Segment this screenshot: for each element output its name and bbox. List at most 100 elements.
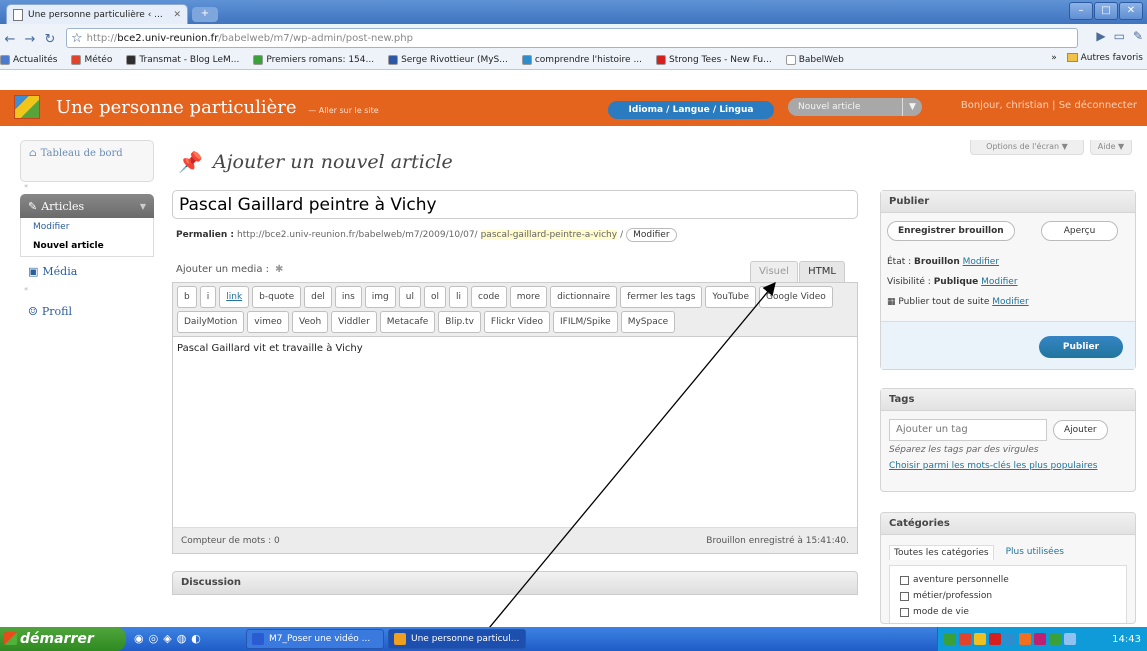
quicktag-button[interactable]: Veoh <box>291 311 329 333</box>
category-item[interactable]: mode de vie <box>900 604 1116 620</box>
submenu-item-edit[interactable]: Modifier <box>21 218 153 237</box>
sidebar-item-profile[interactable]: ☺ Profil <box>20 297 154 325</box>
quicktag-button[interactable]: YouTube <box>705 286 756 308</box>
sidebar-item-media[interactable]: ▣ Média <box>20 257 154 285</box>
category-item[interactable]: métier/profession <box>900 588 1116 604</box>
maximize-icon[interactable]: □ <box>1094 2 1118 20</box>
permalink-edit-button[interactable]: Modifier <box>626 228 677 242</box>
quicktag-button[interactable]: b <box>177 286 197 308</box>
tray-icon[interactable] <box>1004 633 1016 645</box>
quicktag-button[interactable]: Metacafe <box>379 311 436 333</box>
bookmark-item[interactable]: BabelWeb <box>785 55 844 65</box>
browser-tab[interactable]: Une personne particulière ‹ ... ✕ <box>6 4 188 24</box>
tab-popular-categories[interactable]: Plus utilisées <box>1006 545 1064 560</box>
categories-box-title[interactable]: Catégories <box>881 513 1135 535</box>
quicktag-button[interactable]: li <box>449 286 469 308</box>
screen-options-tab[interactable]: Options de l'écran ▼ <box>970 140 1084 155</box>
post-content-textarea[interactable]: Pascal Gaillard vit et travaille à Vichy <box>173 337 857 515</box>
popular-tags-link[interactable]: Choisir parmi les mots-clés les plus pop… <box>889 461 1109 472</box>
collapse-arrow-icon[interactable]: ▼ <box>140 202 146 211</box>
tab-html[interactable]: HTML <box>799 261 845 283</box>
quicktag-button[interactable]: IFILM/Spike <box>553 311 618 333</box>
minimize-icon[interactable]: – <box>1069 2 1093 20</box>
category-checkbox[interactable] <box>900 591 909 601</box>
quicklaunch-icon[interactable]: ◍ <box>177 632 187 645</box>
publish-time-edit-link[interactable]: Modifier <box>992 297 1028 307</box>
other-bookmarks-folder[interactable]: Autres favoris <box>1066 53 1143 63</box>
dropdown-arrow-icon[interactable]: ▼ <box>902 98 922 116</box>
bookmark-item[interactable]: Actualités <box>0 55 57 65</box>
tray-icon[interactable] <box>974 633 986 645</box>
quicktag-button[interactable]: img <box>364 286 396 308</box>
tab-all-categories[interactable]: Toutes les catégories <box>889 545 994 560</box>
quicklaunch-icon[interactable]: ◎ <box>149 632 159 645</box>
tray-icon[interactable] <box>959 633 971 645</box>
quicktag-button[interactable]: code <box>471 286 507 308</box>
quicktag-button[interactable]: Flickr Video <box>483 311 551 333</box>
tag-input[interactable]: Ajouter un tag <box>889 419 1047 441</box>
sidebar-item-articles[interactable]: ✎ Articles ▼ <box>20 194 154 218</box>
quicktag-button[interactable]: b-quote <box>252 286 302 308</box>
quicktag-button[interactable]: i <box>199 286 217 308</box>
new-article-button[interactable]: Nouvel article ▼ <box>788 98 922 116</box>
taskbar-item[interactable]: Une personne particul... <box>388 629 526 649</box>
quicktag-button[interactable]: ins <box>334 286 362 308</box>
quicktag-button[interactable]: link <box>219 286 250 308</box>
quicklaunch-icon[interactable]: ◐ <box>191 632 201 645</box>
tray-icon[interactable] <box>944 633 956 645</box>
add-tag-button[interactable]: Ajouter <box>1053 420 1108 440</box>
reload-icon[interactable]: ↻ <box>40 32 60 47</box>
tray-icon[interactable] <box>989 633 1001 645</box>
add-media-icon[interactable]: ✱ <box>275 264 283 275</box>
bookmark-item[interactable]: comprendre l'histoire ... <box>521 55 642 65</box>
quicktag-button[interactable]: vimeo <box>247 311 289 333</box>
quicktag-button[interactable]: del <box>304 286 332 308</box>
category-checkbox[interactable] <box>900 575 909 585</box>
category-item[interactable]: aventure personnelle <box>900 572 1116 588</box>
quicklaunch-icon[interactable]: ◉ <box>134 632 144 645</box>
forward-icon[interactable]: → <box>20 32 40 47</box>
tags-box-title[interactable]: Tags <box>881 389 1135 411</box>
save-draft-button[interactable]: Enregistrer brouillon <box>887 221 1015 241</box>
tray-icon[interactable] <box>1034 633 1046 645</box>
tray-icon[interactable] <box>1019 633 1031 645</box>
play-icon[interactable]: ▶ <box>1096 29 1105 43</box>
overflow-chevron-icon[interactable]: » <box>1051 53 1057 63</box>
quicktag-button[interactable]: dictionnaire <box>550 286 618 308</box>
bookmark-item[interactable]: Météo <box>71 55 112 65</box>
bookmark-item[interactable]: Serge Rivottieur (MyS... <box>388 55 508 65</box>
close-window-icon[interactable]: ✕ <box>1119 2 1143 20</box>
preview-button[interactable]: Aperçu <box>1040 221 1119 241</box>
new-tab-button[interactable]: + <box>192 7 218 22</box>
quicktag-button[interactable]: Blip.tv <box>438 311 481 333</box>
page-menu-icon[interactable]: ▭ <box>1114 29 1125 43</box>
discussion-box-header[interactable]: Discussion <box>172 571 858 595</box>
quicktag-button[interactable]: fermer les tags <box>620 286 703 308</box>
permalink-slug[interactable]: pascal-gaillard-peintre-a-vichy <box>480 230 618 240</box>
quicklaunch-icon[interactable]: ◈ <box>163 632 171 645</box>
taskbar-item[interactable]: M7_Poser une vidéo ... <box>246 629 384 649</box>
back-icon[interactable]: ← <box>0 32 20 47</box>
start-button[interactable]: démarrer <box>0 627 126 651</box>
visit-site-link[interactable]: Aller sur le site <box>319 106 379 115</box>
bookmark-item[interactable]: Transmat - Blog LeM... <box>126 55 239 65</box>
quicktag-button[interactable]: ul <box>398 286 421 308</box>
bookmark-star-icon[interactable]: ☆ <box>71 31 83 46</box>
wrench-icon[interactable]: ✎ <box>1133 29 1143 43</box>
tab-visual[interactable]: Visuel <box>750 261 798 283</box>
publish-button[interactable]: Publier <box>1039 336 1123 358</box>
sidebar-item-dashboard[interactable]: ⌂ Tableau de bord <box>21 141 153 181</box>
tray-icon[interactable] <box>1049 633 1061 645</box>
visibility-edit-link[interactable]: Modifier <box>981 277 1017 287</box>
address-bar[interactable]: ☆ http://bce2.univ-reunion.fr/babelweb/m… <box>66 28 1078 48</box>
submenu-item-new-article[interactable]: Nouvel article <box>21 237 153 256</box>
post-title-input[interactable]: Pascal Gaillard peintre à Vichy <box>172 190 858 219</box>
quicktag-button[interactable]: Google Video <box>759 286 833 308</box>
close-tab-icon[interactable]: ✕ <box>173 10 181 20</box>
publish-box-title[interactable]: Publier <box>881 191 1135 213</box>
bookmark-item[interactable]: Premiers romans: 154... <box>253 55 374 65</box>
quicktag-button[interactable]: MySpace <box>620 311 676 333</box>
category-checkbox[interactable] <box>900 607 909 617</box>
quicktag-button[interactable]: more <box>509 286 548 308</box>
quicktag-button[interactable]: Viddler <box>331 311 377 333</box>
